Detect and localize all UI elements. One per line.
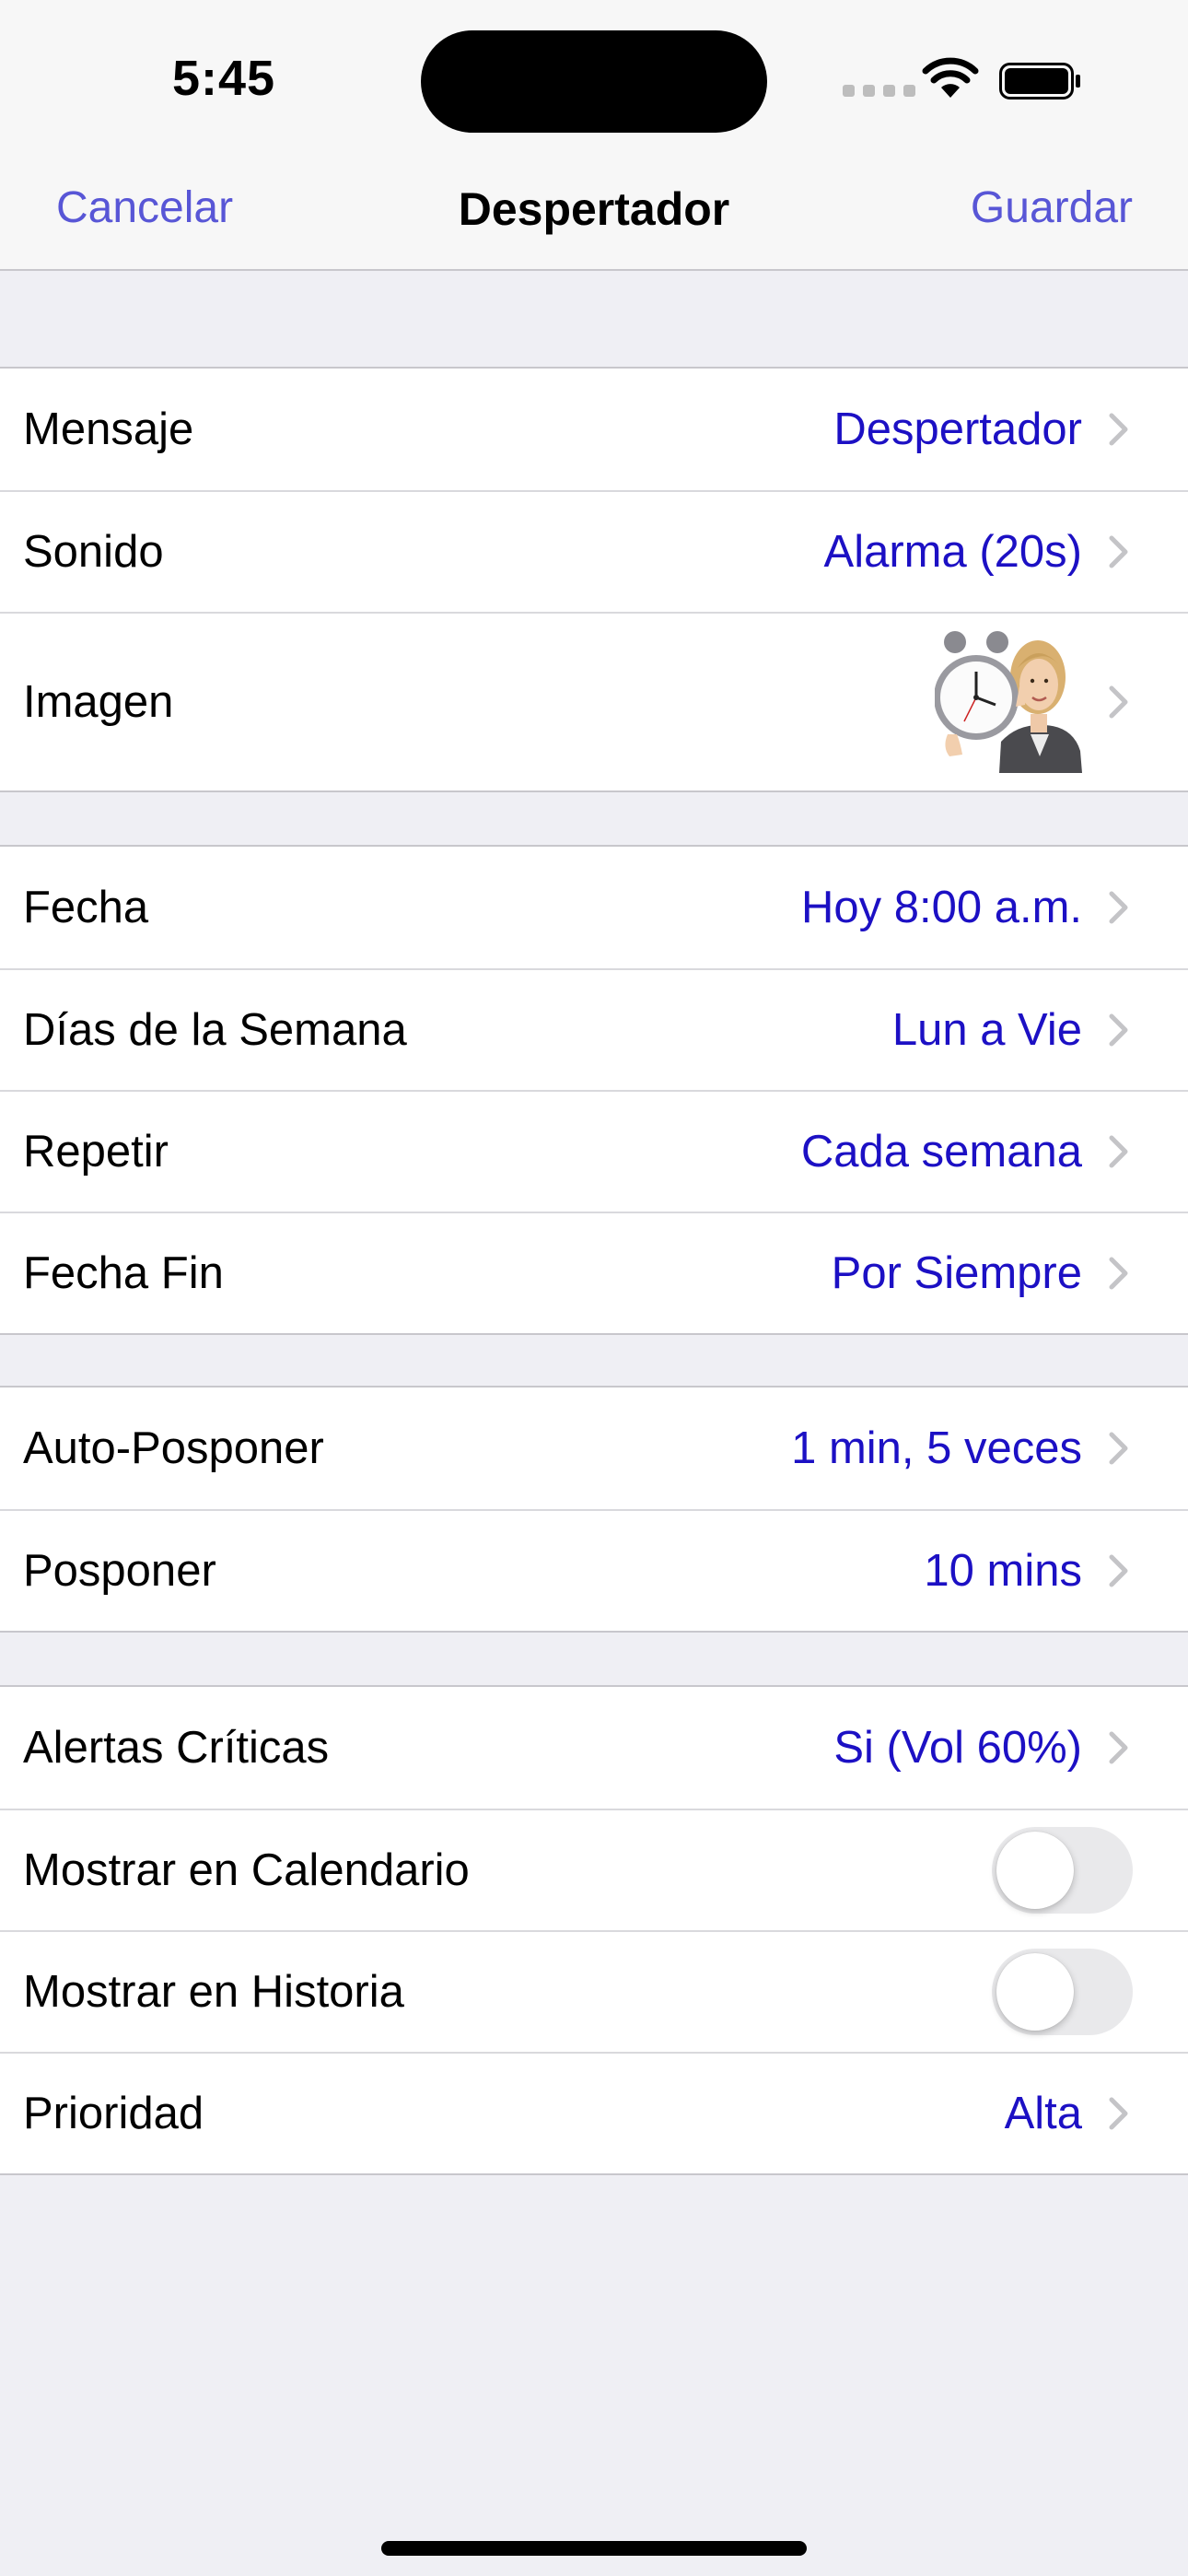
- status-bar: 5:45: [0, 0, 1188, 151]
- section-schedule: Fecha Hoy 8:00 a.m. Días de la Semana Lu…: [0, 845, 1188, 1335]
- section-snooze: Auto-Posponer 1 min, 5 veces Posponer 10…: [0, 1386, 1188, 1633]
- row-label: Posponer: [23, 1546, 216, 1596]
- row-label: Mostrar en Historia: [23, 1967, 404, 2017]
- status-time: 5:45: [171, 51, 276, 106]
- row-label: Fecha Fin: [23, 1248, 224, 1298]
- calendar-toggle[interactable]: [992, 1827, 1133, 1914]
- row-mostrar-historia: Mostrar en Historia: [0, 1930, 1188, 2052]
- chevron-right-icon: [1105, 1552, 1133, 1589]
- chevron-right-icon: [1105, 889, 1133, 926]
- row-label: Auto-Posponer: [23, 1423, 324, 1473]
- toggle-knob: [996, 1953, 1074, 2031]
- row-label: Repetir: [23, 1127, 169, 1177]
- chevron-right-icon: [1105, 1133, 1133, 1170]
- row-value: Por Siempre: [831, 1248, 1082, 1298]
- row-prioridad[interactable]: Prioridad Alta: [0, 2052, 1188, 2173]
- chevron-right-icon: [1105, 411, 1133, 448]
- row-label: Mostrar en Calendario: [23, 1845, 470, 1895]
- cellular-signal-icon: [843, 85, 915, 97]
- alarm-image-thumbnail: [935, 631, 1082, 773]
- history-toggle[interactable]: [992, 1949, 1133, 2035]
- chevron-right-icon: [1105, 1430, 1133, 1467]
- home-indicator[interactable]: [381, 2541, 807, 2556]
- chevron-right-icon: [1105, 2095, 1133, 2132]
- row-auto-posponer[interactable]: Auto-Posponer 1 min, 5 veces: [0, 1388, 1188, 1509]
- chevron-right-icon: [1105, 1012, 1133, 1048]
- row-sonido[interactable]: Sonido Alarma (20s): [0, 490, 1188, 612]
- row-value: Alarma (20s): [823, 527, 1082, 577]
- row-label: Fecha: [23, 883, 149, 932]
- row-mensaje[interactable]: Mensaje Despertador: [0, 369, 1188, 490]
- save-button[interactable]: Guardar: [971, 182, 1133, 233]
- row-fecha-fin[interactable]: Fecha Fin Por Siempre: [0, 1212, 1188, 1333]
- row-label: Alertas Críticas: [23, 1723, 330, 1773]
- row-repetir[interactable]: Repetir Cada semana: [0, 1090, 1188, 1212]
- row-value: Lun a Vie: [891, 1005, 1082, 1055]
- chevron-right-icon: [1105, 533, 1133, 570]
- chevron-right-icon: [1105, 684, 1133, 720]
- row-mostrar-calendario: Mostrar en Calendario: [0, 1809, 1188, 1930]
- section-message: Mensaje Despertador Sonido Alarma (20s) …: [0, 367, 1188, 792]
- row-value: 10 mins: [924, 1546, 1082, 1596]
- row-label: Sonido: [23, 527, 164, 577]
- row-value: Si (Vol 60%): [833, 1723, 1082, 1773]
- row-value: Cada semana: [800, 1127, 1082, 1177]
- row-value: Hoy 8:00 a.m.: [800, 883, 1082, 932]
- row-imagen[interactable]: Imagen: [0, 612, 1188, 790]
- chevron-right-icon: [1105, 1255, 1133, 1292]
- row-label: Días de la Semana: [23, 1005, 407, 1055]
- row-label: Prioridad: [23, 2089, 204, 2138]
- row-alertas-criticas[interactable]: Alertas Críticas Si (Vol 60%): [0, 1687, 1188, 1809]
- chevron-right-icon: [1105, 1729, 1133, 1766]
- row-value: 1 min, 5 veces: [791, 1423, 1082, 1473]
- row-label: Mensaje: [23, 404, 194, 454]
- navigation-bar: Cancelar Despertador Guardar: [0, 151, 1188, 271]
- row-dias-semana[interactable]: Días de la Semana Lun a Vie: [0, 968, 1188, 1090]
- section-options: Alertas Críticas Si (Vol 60%) Mostrar en…: [0, 1685, 1188, 2175]
- row-label: Imagen: [23, 677, 174, 727]
- dynamic-island: [421, 30, 767, 133]
- battery-full-icon: [999, 63, 1080, 100]
- wifi-icon: [922, 57, 979, 98]
- toggle-knob: [996, 1832, 1074, 1909]
- row-value: Alta: [1004, 2089, 1082, 2138]
- row-posponer[interactable]: Posponer 10 mins: [0, 1509, 1188, 1631]
- row-fecha[interactable]: Fecha Hoy 8:00 a.m.: [0, 847, 1188, 968]
- row-value: Despertador: [833, 404, 1082, 454]
